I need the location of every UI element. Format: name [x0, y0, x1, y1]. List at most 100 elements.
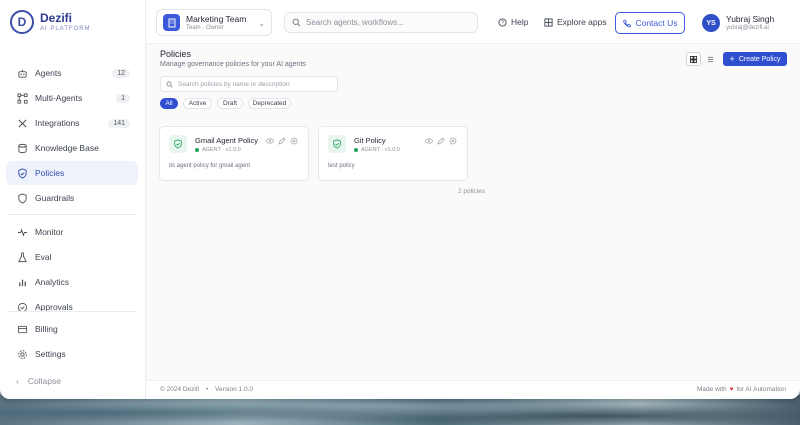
settings-icon[interactable] [289, 136, 298, 145]
view-icon[interactable] [265, 136, 274, 145]
contact-label: Contact Us [635, 18, 678, 28]
policy-card[interactable]: Git Policy AGENT · v1.0.0 test policy [318, 126, 468, 181]
card-actions [262, 136, 298, 145]
chevron-left-icon: ‹ [16, 376, 19, 386]
user-name: Yubraj Singh [726, 14, 775, 24]
count-badge: 12 [112, 68, 130, 78]
grid-view-button[interactable] [686, 52, 701, 66]
sidebar-item-agents[interactable]: Agents 12 [6, 61, 138, 85]
sidebar-item-knowledge-base[interactable]: Knowledge Base [6, 136, 138, 160]
create-label: Create Policy [738, 55, 781, 63]
view-toggle [686, 52, 720, 66]
shield-check-icon [169, 135, 187, 153]
help-link[interactable]: ? Help [498, 17, 528, 27]
policy-count: 2 policies [458, 188, 486, 195]
desktop-wallpaper [0, 395, 800, 425]
sidebar-item-label: Agents [35, 68, 62, 78]
card-icon [16, 323, 28, 335]
policy-name: Git Policy [354, 136, 386, 145]
plus-icon: + [729, 54, 735, 64]
sidebar-item-label: Analytics [35, 277, 70, 287]
sidebar-item-guardrails[interactable]: Guardrails [6, 186, 138, 210]
shield-check-icon [16, 167, 28, 179]
create-policy-button[interactable]: + Create Policy [723, 52, 787, 66]
sidebar-item-policies[interactable]: Policies [6, 161, 138, 185]
sidebar-item-label: Billing [35, 324, 58, 334]
sidebar-item-integrations[interactable]: Integrations 141 [6, 111, 138, 135]
search-icon [292, 18, 301, 27]
made-with-text: Made with [697, 386, 727, 393]
gear-icon [16, 348, 28, 360]
top-header: Marketing Team Team · Owner ⌄ Search age… [146, 0, 800, 44]
sidebar: D Dezifi AI PLATFORM Agents 12 Multi-Age… [0, 0, 146, 399]
sidebar-item-label: Policies [35, 168, 65, 178]
user-email: yubraj@dezifi.ai [726, 25, 769, 31]
user-menu[interactable]: Yubraj Singh yubraj@dezifi.ai [726, 14, 774, 32]
list-view-icon [707, 56, 714, 62]
sidebar-item-billing[interactable]: Billing [6, 317, 138, 341]
sidebar-item-analytics[interactable]: Analytics [6, 270, 138, 294]
settings-icon[interactable] [448, 136, 457, 145]
policy-description: test policy [328, 163, 355, 169]
collapse-button[interactable]: ‹ Collapse [16, 376, 61, 386]
sidebar-item-label: Multi-Agents [35, 93, 83, 103]
sidebar-item-label: Settings [35, 349, 66, 359]
global-search-input[interactable]: Search agents, workflows... [284, 12, 478, 33]
divider [8, 311, 136, 312]
help-label: Help [511, 17, 529, 27]
collapse-label: Collapse [27, 376, 61, 386]
policy-meta: AGENT · v1.0.0 [354, 147, 400, 153]
policy-meta-text: AGENT · v1.0.0 [202, 147, 241, 153]
shield-icon [16, 192, 28, 204]
tools-icon [16, 117, 28, 129]
sidebar-item-eval[interactable]: Eval [6, 245, 138, 269]
policy-name: Gmail Agent Policy [195, 136, 258, 145]
filter-deprecated[interactable]: Deprecated [248, 98, 291, 109]
list-view-button[interactable] [703, 52, 718, 66]
edit-icon[interactable] [277, 136, 286, 145]
brand-name: Dezifi [40, 10, 73, 25]
grid-icon [544, 17, 553, 27]
database-icon [16, 142, 28, 154]
filter-active[interactable]: Active [183, 98, 212, 109]
search-icon [166, 80, 173, 88]
shield-check-icon [328, 135, 346, 153]
dezifi-logo-icon: D [10, 10, 34, 34]
avatar[interactable]: YS [702, 14, 720, 32]
status-dot [195, 148, 199, 152]
team-role: Team · Owner [186, 24, 224, 31]
brand[interactable]: D Dezifi AI PLATFORM [10, 10, 91, 34]
filter-all[interactable]: All [160, 98, 178, 109]
version: Version 1.0.0 [215, 386, 253, 393]
team-switcher[interactable]: Marketing Team Team · Owner ⌄ [156, 9, 272, 36]
help-icon: ? [498, 17, 507, 26]
divider [8, 214, 136, 215]
explore-apps-link[interactable]: Explore apps [544, 17, 607, 27]
sidebar-item-settings[interactable]: Settings [6, 342, 138, 366]
sidebar-item-multi-agents[interactable]: Multi-Agents 1 [6, 86, 138, 110]
sidebar-item-label: Integrations [35, 118, 80, 128]
brand-subtitle: AI PLATFORM [40, 25, 91, 32]
filter-draft[interactable]: Draft [217, 98, 243, 109]
copyright: © 2024 Dezifi [160, 386, 200, 393]
footer-left: © 2024 Dezifi • Version 1.0.0 [160, 386, 253, 393]
page-title: Policies [160, 49, 192, 59]
phone-icon [623, 19, 632, 27]
policy-card[interactable]: Gmail Agent Policy AGENT · v1.0.0 its ag… [159, 126, 309, 181]
policy-description: its agent policy for gmail agent [169, 163, 251, 169]
sidebar-item-label: Monitor [35, 227, 64, 237]
contact-us-button[interactable]: Contact Us [615, 12, 685, 34]
policy-search-input[interactable]: Search policies by name or description [160, 76, 338, 92]
grid-view-icon [690, 55, 697, 63]
sidebar-item-monitor[interactable]: Monitor [6, 220, 138, 244]
view-icon[interactable] [424, 136, 433, 145]
app-window: D Dezifi AI PLATFORM Agents 12 Multi-Age… [0, 0, 800, 399]
policy-meta: AGENT · v1.0.0 [195, 147, 241, 153]
sidebar-item-approvals[interactable]: Approvals [6, 295, 138, 319]
policy-search-placeholder: Search policies by name or description [178, 80, 290, 88]
main-content: Policies Manage governance policies for … [146, 44, 800, 380]
bar-chart-icon [16, 276, 28, 288]
edit-icon[interactable] [436, 136, 445, 145]
sidebar-item-label: Guardrails [35, 193, 75, 203]
building-icon [163, 14, 180, 31]
